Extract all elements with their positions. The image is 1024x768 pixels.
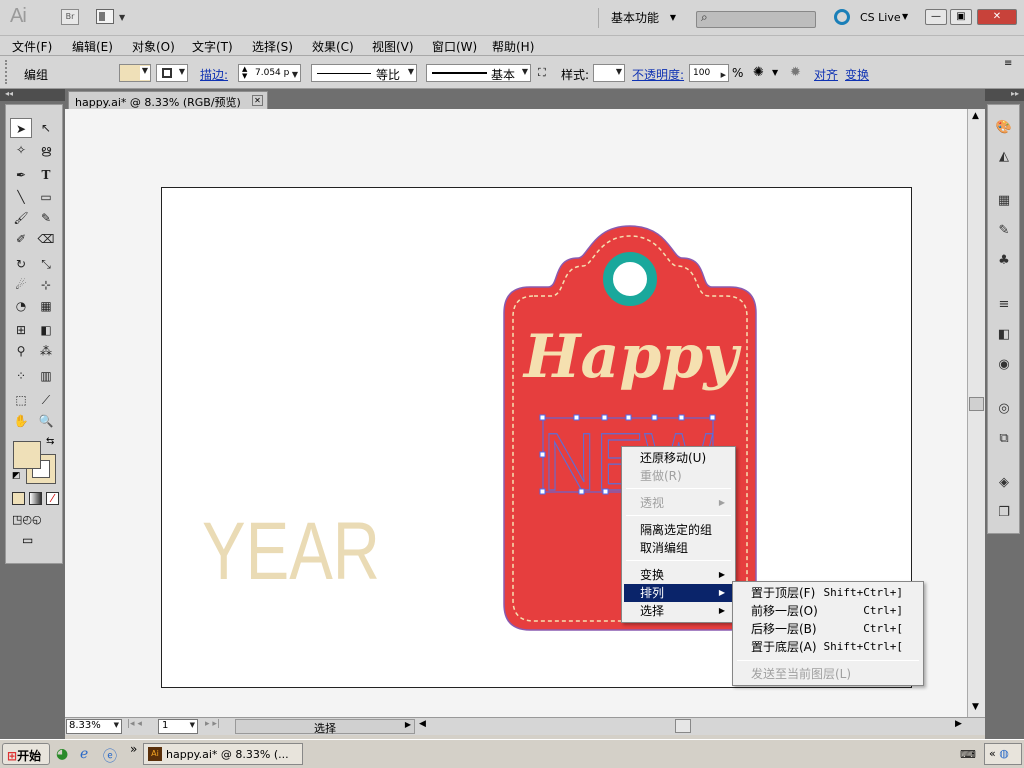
- menu-item-arrange[interactable]: 排列 ▶: [624, 584, 733, 602]
- menu-item-label: 置于顶层(F): [751, 586, 816, 600]
- more-icon[interactable]: »: [130, 742, 137, 756]
- menu-item-bring-forward[interactable]: 前移一层(O) Ctrl+]: [735, 602, 921, 620]
- menu-item-perspective: 透视 ▶: [624, 494, 733, 512]
- status-info-label: 选择: [314, 722, 336, 735]
- menu-item-select-label: 选择: [640, 604, 665, 618]
- browser-icon[interactable]: ⓔ: [103, 746, 117, 766]
- tag-ring[interactable]: [603, 252, 657, 306]
- menu-item-transform-label: 变换: [640, 568, 665, 582]
- year-text[interactable]: YEAR: [202, 506, 380, 597]
- status-bar: 8.33% ▼ |◂ ◂ 1 ▼ ▸ ▸| 选择 ▶ ◀ ▶: [65, 717, 985, 735]
- menu-item-label: 置于底层(A): [751, 640, 817, 654]
- illustrator-app-icon: Ai: [148, 747, 162, 761]
- menu-item-bring-to-front[interactable]: 置于顶层(F) Shift+Ctrl+]: [735, 584, 921, 602]
- windows-logo-icon: ⊞: [7, 749, 18, 763]
- status-info[interactable]: 选择 ▶: [235, 719, 415, 735]
- first-artboard-icon[interactable]: |◂ ◂: [127, 719, 142, 729]
- submenu-arrow-icon: ▶: [718, 498, 725, 507]
- menu-item-send-backward[interactable]: 后移一层(B) Ctrl+[: [735, 620, 921, 638]
- zoom-input[interactable]: 8.33% ▼: [66, 719, 122, 734]
- menu-item-ungroup[interactable]: 取消编组: [624, 539, 733, 557]
- shortcut-label: Ctrl+[: [863, 622, 903, 635]
- ie-icon[interactable]: ℯ: [80, 746, 88, 762]
- taskbar: ⊞开始 ◕ ℯ ⓔ » Ai happy.ai* @ 8.33% (... ⌨ «…: [0, 739, 1024, 768]
- taskbar-window-label: happy.ai* @ 8.33% (...: [166, 748, 289, 761]
- scroll-down-icon[interactable]: ▼: [972, 702, 979, 712]
- scroll-right-icon[interactable]: ▶: [955, 719, 962, 729]
- menu-item-undo-move[interactable]: 还原移动(U): [624, 449, 733, 467]
- menu-item-perspective-label: 透视: [640, 496, 665, 510]
- next-artboard-icon[interactable]: ▸ ▸|: [205, 719, 220, 729]
- menu-item-transform[interactable]: 变换 ▶: [624, 566, 733, 584]
- submenu-arrow-icon: ▶: [718, 570, 725, 579]
- shortcut-label: Ctrl+]: [863, 604, 903, 617]
- artboard-number-input[interactable]: 1 ▼: [158, 719, 198, 734]
- menu-separator: [626, 515, 731, 516]
- horizontal-scroll-thumb[interactable]: [675, 719, 691, 733]
- shortcut-label: Shift+Ctrl+[: [823, 640, 903, 653]
- taskbar-window-button[interactable]: Ai happy.ai* @ 8.33% (...: [143, 743, 303, 765]
- fill-color-box[interactable]: [13, 441, 41, 469]
- scroll-up-icon[interactable]: ▲: [972, 111, 979, 121]
- menu-separator: [626, 488, 731, 489]
- artboard-number-value: 1: [162, 720, 169, 731]
- chrome-icon[interactable]: ◕: [56, 746, 68, 762]
- menu-item-label: 后移一层(B): [751, 622, 817, 636]
- submenu-arrow-icon: ▶: [718, 606, 725, 615]
- network-icon: ◍: [999, 747, 1009, 760]
- submenu-arrow-icon: ▶: [718, 588, 725, 597]
- menu-separator: [626, 560, 731, 561]
- chevron-down-icon: ▼: [189, 721, 195, 729]
- vertical-scrollbar[interactable]: ▲ ▼: [967, 109, 985, 717]
- context-menu: 还原移动(U) 重做(R) 透视 ▶ 隔离选定的组 取消编组 变换 ▶ 排列 ▶ 选择…: [621, 446, 736, 623]
- start-label: 开始: [17, 749, 42, 763]
- vertical-scroll-thumb[interactable]: [969, 397, 984, 411]
- scroll-left-icon[interactable]: ◀: [419, 719, 426, 729]
- zoom-value: 8.33%: [69, 720, 101, 731]
- tray-expand[interactable]: « ◍: [984, 743, 1022, 765]
- arrange-submenu: 置于顶层(F) Shift+Ctrl+] 前移一层(O) Ctrl+] 后移一层(B…: [732, 581, 924, 686]
- keyboard-icon[interactable]: ⌨: [960, 748, 976, 761]
- menu-item-label: 前移一层(O): [751, 604, 818, 618]
- menu-item-select[interactable]: 选择 ▶: [624, 602, 733, 620]
- menu-item-arrange-label: 排列: [640, 586, 665, 600]
- chevron-down-icon: ▼: [113, 721, 119, 729]
- menu-item-isolate-group[interactable]: 隔离选定的组: [624, 521, 733, 539]
- menu-separator: [737, 660, 919, 661]
- shortcut-label: Shift+Ctrl+]: [823, 586, 903, 599]
- chevron-right-icon: ▶: [404, 720, 411, 729]
- menu-item-redo: 重做(R): [640, 469, 682, 483]
- happy-text[interactable]: Happy: [522, 322, 742, 392]
- menu-item-send-to-back[interactable]: 置于底层(A) Shift+Ctrl+[: [735, 638, 921, 656]
- menu-item-send-to-current-layer: 发送至当前图层(L): [751, 667, 852, 681]
- start-button[interactable]: ⊞开始: [2, 743, 50, 765]
